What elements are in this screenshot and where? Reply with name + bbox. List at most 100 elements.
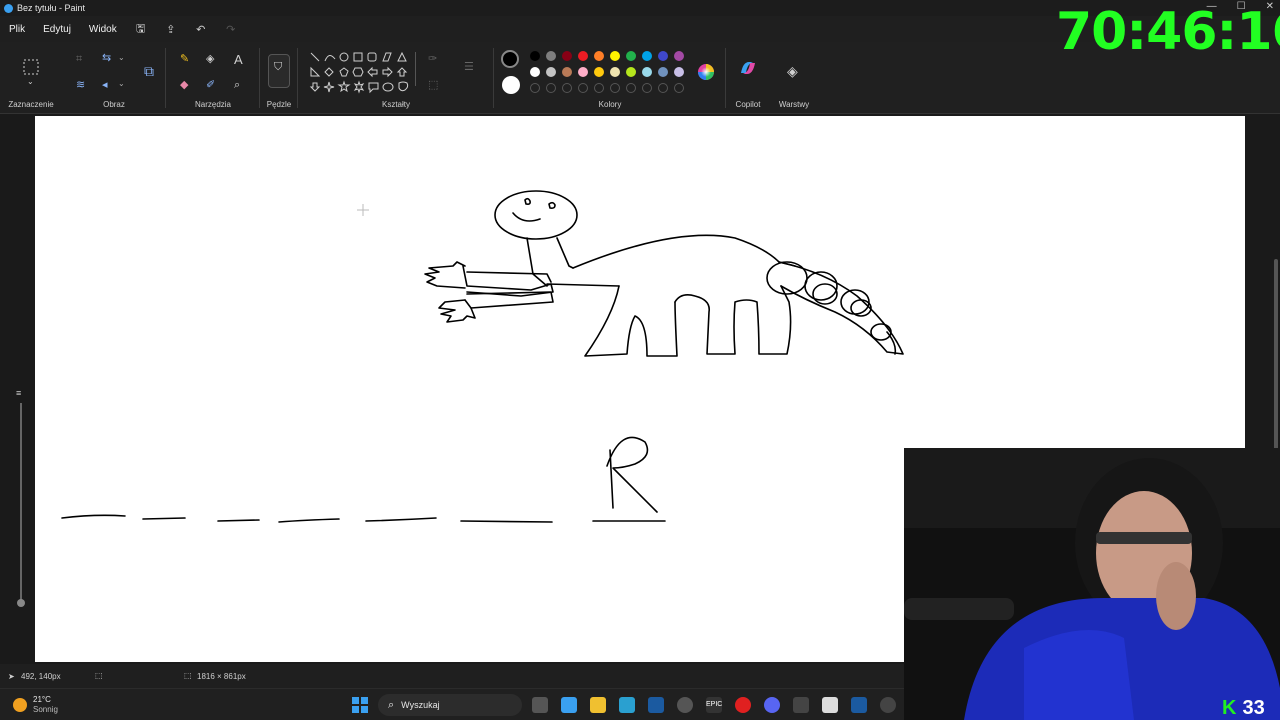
undo-icon[interactable]: ↶ <box>186 23 216 36</box>
color-swatch[interactable] <box>626 51 636 61</box>
menu-edit[interactable]: Edytuj <box>34 24 80 35</box>
task-view-icon[interactable] <box>532 697 548 713</box>
capcut-icon[interactable] <box>793 697 809 713</box>
color-swatch[interactable] <box>562 51 572 61</box>
color-swatch[interactable] <box>610 51 620 61</box>
color-swatch[interactable] <box>642 51 652 61</box>
discord-icon[interactable] <box>764 697 780 713</box>
image-group: ⌗ ⇆ ⌄ ⧉ ≋ ◂ ⌄ Obraz <box>62 42 166 114</box>
magnifier-icon[interactable]: ⌕ <box>234 80 240 91</box>
tools-group: ✎ ◈ A ◆ ✐ ⌕ Narzędzia <box>166 42 260 114</box>
background-remove-icon[interactable]: ≋ <box>76 80 85 91</box>
color-picker-icon[interactable]: ✐ <box>206 80 215 91</box>
color-swatch[interactable] <box>658 67 668 77</box>
dino-eye-right <box>548 201 556 209</box>
layers-icon[interactable]: ◈ <box>787 64 798 78</box>
copilot-group: Copilot <box>726 42 770 114</box>
stream-timer: 70:46:16 <box>1056 2 1280 62</box>
chevron-down-icon[interactable]: ⌄ <box>118 54 125 62</box>
chevron-down-icon[interactable]: ⌄ <box>118 80 125 88</box>
menu-file[interactable]: Plik <box>0 24 34 35</box>
fill-icon[interactable]: ◈ <box>206 54 214 65</box>
copilot-taskbar-icon[interactable] <box>561 697 577 713</box>
custom-color-slot[interactable] <box>626 83 636 93</box>
cursor-crosshair <box>357 204 369 216</box>
outline-icon[interactable]: ✑ <box>428 54 437 65</box>
blank-1 <box>61 514 126 519</box>
weather-desc: Sonnig <box>33 705 58 714</box>
steam-icon[interactable] <box>648 697 664 713</box>
zoom-slider-knob[interactable] <box>17 599 25 607</box>
weather-icon[interactable] <box>13 698 27 712</box>
color-swatch[interactable] <box>578 51 588 61</box>
window-title: Bez tytułu - Paint <box>17 3 86 13</box>
custom-color-slot[interactable] <box>658 83 668 93</box>
copilot-icon[interactable] <box>739 60 757 76</box>
fill-shape-icon[interactable]: ⬚ <box>428 80 438 91</box>
custom-color-slot[interactable] <box>546 83 556 93</box>
text-icon[interactable]: A <box>234 53 243 66</box>
redo-icon[interactable]: ↷ <box>216 23 246 36</box>
primary-color-swatch[interactable] <box>501 50 519 68</box>
search-placeholder: Wyszukaj <box>401 700 440 710</box>
custom-color-slot[interactable] <box>578 83 588 93</box>
webcam-image <box>904 448 1280 720</box>
color-swatch[interactable] <box>610 67 620 77</box>
chevron-down-icon[interactable]: ⌄ <box>27 78 34 86</box>
store-icon[interactable] <box>619 697 635 713</box>
secondary-color-swatch[interactable] <box>502 76 520 94</box>
resize-icon[interactable]: ⇆ <box>102 53 111 64</box>
color-swatch[interactable] <box>642 67 652 77</box>
select-rectangle-icon[interactable] <box>22 58 40 76</box>
color-swatch[interactable] <box>626 67 636 77</box>
color-swatch[interactable] <box>594 51 604 61</box>
color-swatch[interactable] <box>658 51 668 61</box>
rotate-icon[interactable]: ◂ <box>102 80 108 91</box>
blank-6 <box>460 520 553 523</box>
dino-leg-2 <box>674 285 792 355</box>
start-icon[interactable] <box>352 697 368 713</box>
blank-4 <box>278 518 340 523</box>
custom-color-slot[interactable] <box>562 83 572 93</box>
opera-icon[interactable] <box>735 697 751 713</box>
custom-color-slot[interactable] <box>530 83 540 93</box>
search-box[interactable]: ⌕ Wyszukaj <box>378 694 522 716</box>
steam-icon-2[interactable] <box>851 697 867 713</box>
color-swatch[interactable] <box>562 67 572 77</box>
custom-color-slot[interactable] <box>594 83 604 93</box>
custom-color-slot[interactable] <box>610 83 620 93</box>
image-select-icon[interactable]: ⧉ <box>144 64 154 78</box>
settings-icon[interactable] <box>677 697 693 713</box>
custom-color-slot[interactable] <box>674 83 684 93</box>
eraser-icon[interactable]: ◆ <box>180 80 188 91</box>
color-swatch[interactable] <box>530 67 540 77</box>
color-swatch[interactable] <box>546 67 556 77</box>
zoom-icon: ≡ <box>16 388 22 398</box>
share-icon[interactable]: ⇪ <box>156 23 186 36</box>
epic-games-icon[interactable]: EPIC <box>706 697 722 713</box>
color-swatch[interactable] <box>578 67 588 77</box>
custom-color-slot[interactable] <box>642 83 652 93</box>
zoom-slider[interactable]: ≡ <box>16 389 26 619</box>
canvas-size-icon: ⬚ <box>184 671 192 680</box>
brush-button[interactable]: ⛉ <box>268 54 290 88</box>
copilot-label: Copilot <box>735 100 761 109</box>
dino-back <box>572 234 796 269</box>
color-swatch[interactable] <box>594 67 604 77</box>
menu-view[interactable]: Widok <box>80 24 126 35</box>
color-swatch[interactable] <box>674 51 684 61</box>
color-wheel-icon[interactable] <box>696 62 716 82</box>
color-swatch[interactable] <box>674 67 684 77</box>
stroke-size-icon[interactable]: ☰ <box>464 62 474 73</box>
shapes-group: ✑ ⬚ ☰ Kształty <box>298 42 494 114</box>
file-explorer-icon[interactable] <box>590 697 606 713</box>
crop-icon[interactable]: ⌗ <box>76 54 82 65</box>
color-swatch[interactable] <box>530 51 540 61</box>
save-icon[interactable]: 🖫 <box>126 20 156 39</box>
shapes-gallery[interactable] <box>308 50 418 98</box>
color-swatch[interactable] <box>546 51 556 61</box>
pencil-icon[interactable]: ✎ <box>180 54 189 65</box>
clock-icon[interactable] <box>880 697 896 713</box>
viewer-count: 33 <box>1242 697 1265 719</box>
app-icon[interactable] <box>822 697 838 713</box>
